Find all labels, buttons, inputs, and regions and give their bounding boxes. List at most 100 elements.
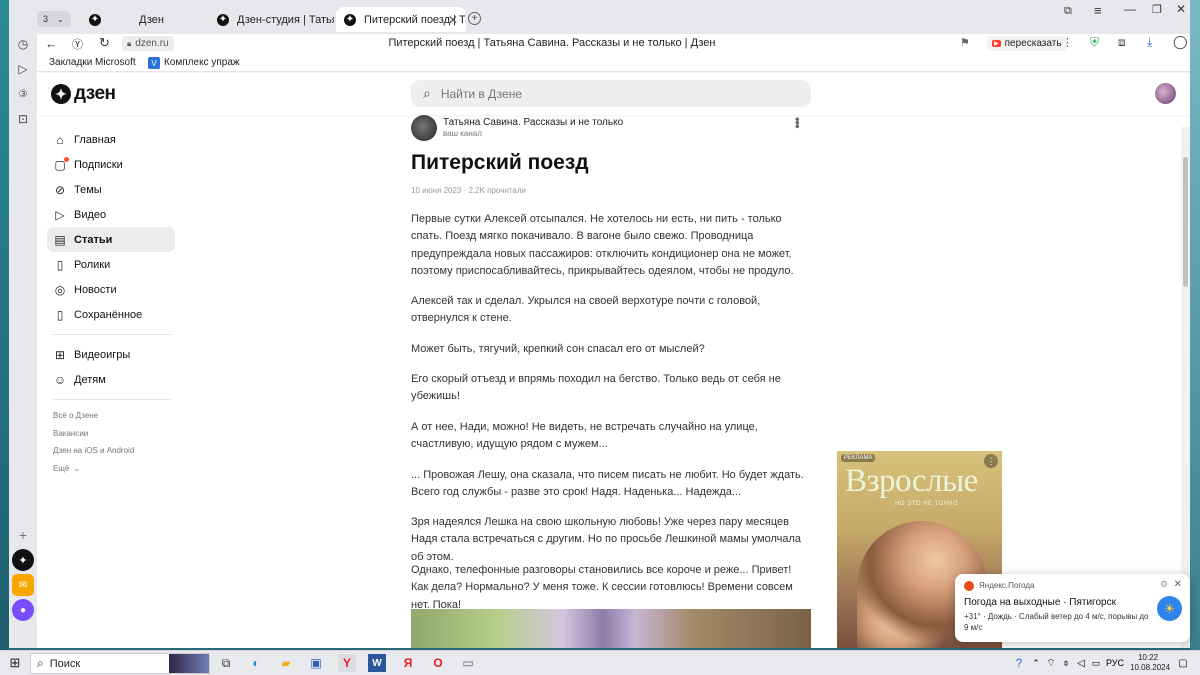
tab-dzen-studio[interactable]: ✦ Дзен-студия | Татьяна Са	[209, 7, 334, 32]
screenshot-icon[interactable]: ⊡	[12, 108, 34, 130]
footer-link-apps[interactable]: Дзен на iOS и Android	[47, 442, 175, 460]
profile-icon[interactable]	[12, 10, 34, 32]
retell-label: пересказать	[1004, 38, 1062, 49]
nav-item-topics[interactable]: ⊘ Темы	[47, 177, 175, 202]
nav-item-subscriptions[interactable]: ▢ Подписки	[47, 152, 175, 177]
new-tab-icon[interactable]: +	[468, 12, 481, 25]
channel-avatar[interactable]	[411, 115, 437, 141]
footer-link-more[interactable]: Ещё ⌄	[47, 460, 175, 478]
tab-dzen[interactable]: ✦ Дзен	[81, 7, 206, 32]
more-vertical-icon[interactable]: ⋮	[984, 454, 998, 468]
store-icon[interactable]: ▣	[307, 654, 325, 672]
dzen-favicon-icon: ✦	[89, 13, 101, 26]
address-domain[interactable]: 🔒︎ dzen.ru	[122, 36, 174, 51]
weather-notification[interactable]: Яндекс.Погода ⚙ ✕ Погода на выходные · П…	[955, 574, 1190, 642]
menu-icon[interactable]: ≡	[1094, 3, 1102, 18]
chevron-down-icon: ⌄	[73, 463, 81, 473]
article-paragraph: Может быть, тягучий, крепкий сон спасал …	[411, 343, 705, 355]
nav-item-shorts[interactable]: ▯ Ролики	[47, 252, 175, 277]
nav-label: Сохранённое	[74, 308, 143, 321]
dzen-page: ✦ дзен ⌕ Найти в Дзене ⌂ Главная ▢ Подписк…	[37, 73, 1190, 648]
tab-label: Дзен	[139, 13, 164, 26]
article-photo	[411, 609, 811, 648]
bookmarks-bar: Закладки Microsoft V Комплекс упраж	[37, 54, 1190, 72]
tab-counter-button[interactable]: 3 ⌄	[37, 11, 71, 27]
close-icon[interactable]: ✕	[1174, 579, 1182, 590]
page-title-bar[interactable]: Питерский поезд | Татьяна Савина. Расска…	[337, 37, 767, 49]
play-icon[interactable]: ▷	[12, 58, 34, 80]
weather-cloud-sun-icon: ☀	[1157, 596, 1182, 621]
article-paragraph: Первые сутки Алексей отсыпался. Не хотел…	[411, 213, 794, 278]
bookmark-item[interactable]: Комплекс упраж	[164, 57, 240, 68]
extensions-icon[interactable]: ⧈	[1118, 35, 1126, 50]
downloads-icon[interactable]: ⤓	[1147, 35, 1152, 50]
bookmark-star-icon[interactable]: ⚑	[960, 36, 970, 49]
dzen-app-icon[interactable]: ✦	[12, 549, 34, 571]
language-indicator[interactable]: РУС	[1103, 654, 1127, 672]
add-icon[interactable]: +	[12, 524, 34, 546]
notepad-icon[interactable]: ▭	[459, 654, 477, 672]
more-label: Ещё	[53, 463, 70, 473]
nav-item-articles[interactable]: ▤ Статьи	[47, 227, 175, 252]
nav-label: Темы	[74, 183, 102, 196]
collections-icon[interactable]: ⧉	[1064, 5, 1072, 18]
footer-link-vacancies[interactable]: Вакансии	[47, 425, 175, 443]
help-icon[interactable]: ?	[1010, 654, 1028, 672]
notifications-icon[interactable]: ▢	[1174, 654, 1192, 672]
retell-button[interactable]: ▶ пересказать	[987, 36, 1067, 51]
opera-icon[interactable]: O	[429, 654, 447, 672]
settings-icon[interactable]: ⚙	[1160, 579, 1168, 590]
address-domain-text: dzen.ru	[135, 38, 169, 49]
history-icon[interactable]: ◷	[12, 33, 34, 55]
yandex-icon[interactable]: Ⓨ	[72, 36, 83, 52]
article-paragraph: Его скорый отъезд и впрямь походил на бе…	[411, 373, 781, 403]
account-icon[interactable]: ◯	[1173, 34, 1188, 50]
footer-link-about[interactable]: Всё о Дзене	[47, 407, 175, 425]
more-vertical-icon[interactable]: •••	[790, 117, 805, 128]
alice-icon[interactable]: ●	[12, 599, 34, 621]
mail-app-icon[interactable]: ✉	[12, 574, 34, 596]
yandex-browser-icon[interactable]: Y	[338, 654, 356, 672]
task-view-icon[interactable]: ⧉	[217, 654, 235, 672]
reload-icon[interactable]: ↻	[99, 35, 110, 51]
retell-icon: ▶	[992, 40, 1001, 47]
taskbar-search[interactable]: ⌕ Поиск	[30, 653, 210, 674]
file-explorer-icon[interactable]: ▰	[277, 654, 295, 672]
channel-name[interactable]: Татьяна Савина. Рассказы и не только	[443, 117, 623, 128]
minimize-icon[interactable]: —	[1124, 2, 1136, 16]
dzen-logo[interactable]: ✦ дзен	[51, 83, 116, 105]
back-icon[interactable]: ←	[45, 36, 58, 51]
maximize-icon[interactable]: ❐	[1152, 3, 1162, 16]
page-scrollbar[interactable]	[1181, 127, 1190, 648]
search-highlight-image	[169, 654, 209, 673]
notification-title: Погода на выходные · Пятигорск	[964, 597, 1116, 608]
bookmark-item[interactable]: Закладки Microsoft	[49, 57, 136, 68]
edge-icon[interactable]: ◐	[247, 654, 265, 672]
close-window-icon[interactable]: ✕	[1176, 2, 1186, 16]
shield-icon[interactable]: ⛨	[1090, 35, 1099, 50]
tab-number-icon[interactable]: ③	[12, 83, 34, 105]
tab-bar: 3 ⌄ ✦ Дзен ✦ Дзен-студия | Татьяна Са ✦ …	[9, 0, 1190, 34]
nav-item-video[interactable]: ▷ Видео	[47, 202, 175, 227]
scrollbar-thumb[interactable]	[1183, 157, 1188, 287]
browser-sidebar: ◷ ▷ ③ ⊡ + ✦ ✉ ●	[9, 0, 37, 648]
nav-item-games[interactable]: ⊞ Видеоигры	[47, 342, 175, 367]
user-avatar[interactable]	[1155, 83, 1176, 104]
more-vertical-icon[interactable]: ⋮	[1062, 36, 1073, 49]
nav-item-saved[interactable]: ▯ Сохранённое	[47, 302, 175, 327]
close-tab-icon[interactable]: ✕	[448, 13, 458, 27]
search-input[interactable]: ⌕ Найти в Дзене	[411, 80, 811, 107]
nav-item-news[interactable]: ◎ Новости	[47, 277, 175, 302]
left-nav: ⌂ Главная ▢ Подписки ⊘ Темы ▷ Видео ▤ Статьи …	[47, 127, 175, 477]
windows-start-icon[interactable]: ⊞	[6, 654, 24, 672]
nav-item-home[interactable]: ⌂ Главная	[47, 127, 175, 152]
nav-item-kids[interactable]: ☺ Детям	[47, 367, 175, 392]
clock[interactable]: 10:22 10.08.2024	[1130, 653, 1170, 673]
clock-time: 10:22	[1137, 653, 1159, 662]
browser-window: 3 ⌄ ✦ Дзен ✦ Дзен-студия | Татьяна Са ✦ …	[9, 0, 1190, 648]
word-icon[interactable]: W	[368, 654, 386, 672]
tab-article[interactable]: ✦ Питерский поезд | Тат ✕	[336, 7, 466, 32]
dzen-favicon-icon: ✦	[344, 13, 356, 26]
nav-label: Видеоигры	[74, 348, 131, 361]
yandex-icon[interactable]: Я	[399, 654, 417, 672]
